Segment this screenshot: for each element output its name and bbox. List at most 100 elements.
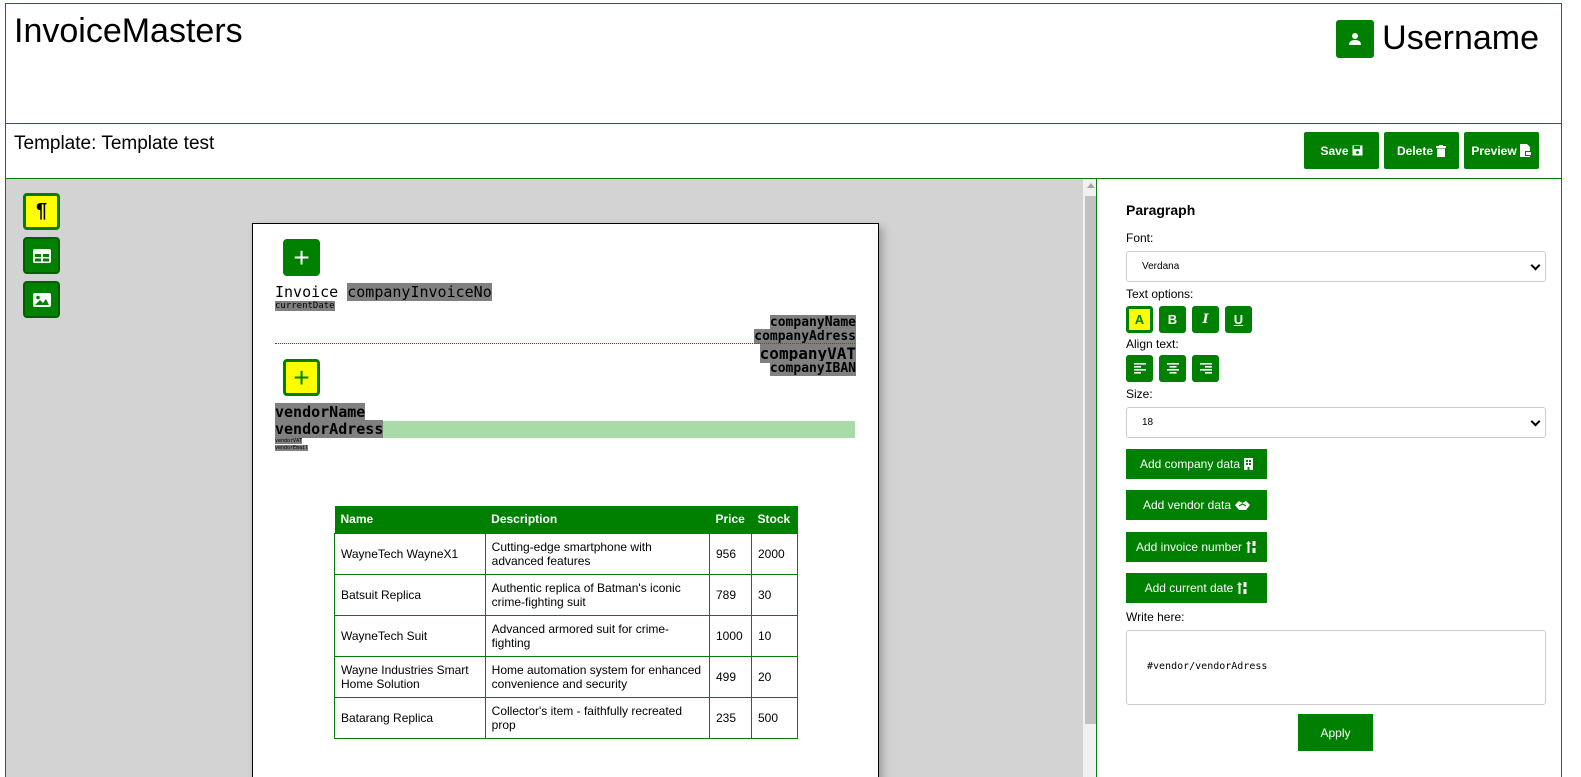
chevron-down-icon: [1530, 260, 1541, 271]
invoice-number-line[interactable]: Invoice companyInvoiceNo: [275, 283, 492, 301]
table-header-row: Name Description Price Stock: [334, 506, 798, 533]
table-cell: Home automation system for enhanced conv…: [484, 655, 711, 698]
app-header: InvoiceMasters Username: [5, 3, 1562, 124]
template-name: Template test: [101, 133, 215, 154]
company-block[interactable]: companyName companyAdress companyVAT com…: [754, 315, 856, 377]
text-normal-icon: A: [1134, 312, 1145, 327]
company-iban-placeholder: companyIBAN: [769, 361, 856, 377]
text-options-label: Text options:: [1126, 287, 1194, 301]
size-select[interactable]: 18: [1126, 407, 1546, 438]
table-cell: 1000: [709, 614, 752, 657]
align-left-button[interactable]: [1126, 355, 1153, 382]
editor-canvas[interactable]: ¶ + Invoice companyInvoiceNo currentDate…: [5, 178, 1097, 777]
table-cell: 235: [709, 696, 752, 739]
sort-numeric-icon: [1246, 541, 1256, 553]
table-header: Description: [485, 506, 710, 533]
add-current-date-label: Add current date: [1144, 581, 1234, 595]
plus-icon: +: [293, 361, 310, 393]
add-invoice-number-button[interactable]: Add invoice number: [1126, 532, 1267, 562]
text-normal-button[interactable]: A: [1126, 306, 1153, 333]
invoice-number-placeholder: companyInvoiceNo: [347, 283, 492, 301]
add-element-button-active[interactable]: +: [283, 359, 320, 396]
table-cell: 499: [709, 655, 752, 698]
image-tool-button[interactable]: [23, 281, 60, 318]
company-name-placeholder: companyName: [769, 315, 856, 330]
font-select[interactable]: Verdana: [1126, 251, 1546, 282]
invoice-page[interactable]: + Invoice companyInvoiceNo currentDate c…: [252, 223, 879, 777]
trash-icon: [1436, 144, 1447, 157]
vendor-email-placeholder: vendorEmail: [275, 445, 309, 451]
table-icon: [32, 248, 51, 263]
vendor-vat-placeholder: vendorVAT: [275, 438, 303, 444]
align-label: Align text:: [1126, 337, 1179, 351]
align-center-button[interactable]: [1159, 355, 1186, 382]
italic-button[interactable]: I: [1192, 306, 1219, 333]
paragraph-icon: ¶: [35, 200, 48, 222]
panel-title: Paragraph: [1126, 202, 1196, 218]
product-table[interactable]: Name Description Price Stock WayneTech W…: [334, 506, 799, 739]
template-title: Template: Template test: [14, 133, 214, 155]
apply-button[interactable]: Apply: [1298, 714, 1373, 751]
table-cell: Wayne Industries Smart Home Solution: [334, 655, 486, 698]
user-menu[interactable]: Username: [1336, 19, 1539, 58]
scroll-up-arrow-icon[interactable]: [1087, 183, 1095, 188]
align-group: [1126, 355, 1219, 382]
table-row: Batsuit Replica Authentic replica of Bat…: [334, 573, 799, 616]
write-textarea[interactable]: #vendor/vendorAdress: [1126, 630, 1546, 705]
align-center-icon: [1166, 363, 1179, 374]
save-label: Save: [1320, 143, 1349, 158]
add-invoice-number-label: Add invoice number: [1135, 540, 1243, 554]
add-company-data-button[interactable]: Add company data: [1126, 449, 1267, 479]
floppy-icon: [1352, 145, 1363, 156]
text-options-group: A B I U: [1126, 306, 1252, 333]
align-right-button[interactable]: [1192, 355, 1219, 382]
vendor-block[interactable]: vendorName vendorAdress vendorVAT vendor…: [275, 403, 855, 452]
handshake-icon: [1235, 500, 1251, 510]
sort-numeric-icon: [1237, 582, 1247, 594]
current-date-line[interactable]: currentDate: [275, 301, 335, 311]
underline-icon: U: [1233, 312, 1244, 327]
table-header: Price: [709, 506, 752, 533]
underline-button[interactable]: U: [1225, 306, 1252, 333]
add-vendor-data-button[interactable]: Add vendor data: [1126, 490, 1267, 520]
template-actions: Save Delete Preview: [1304, 132, 1539, 169]
save-button[interactable]: Save: [1304, 132, 1379, 169]
table-cell: Batarang Replica: [334, 696, 486, 739]
table-cell: Cutting-edge smartphone with advanced fe…: [484, 532, 711, 575]
size-select-value: 18: [1142, 417, 1154, 428]
table-cell: 956: [709, 532, 752, 575]
divider: [275, 343, 855, 344]
username[interactable]: Username: [1382, 19, 1539, 58]
table-row: Batarang Replica Collector's item - fait…: [334, 696, 799, 739]
vendor-email-line[interactable]: vendorEmail: [275, 445, 855, 452]
add-element-button[interactable]: +: [283, 239, 320, 276]
table-header: Stock: [751, 506, 798, 533]
add-current-date-button[interactable]: Add current date: [1126, 573, 1267, 603]
add-vendor-data-label: Add vendor data: [1142, 498, 1232, 512]
vertical-scrollbar[interactable]: [1083, 179, 1097, 777]
bold-icon: B: [1167, 312, 1178, 327]
vendor-name-line[interactable]: vendorName: [275, 403, 855, 421]
template-bar: Template: Template test Save Delete Prev…: [5, 123, 1562, 179]
delete-button[interactable]: Delete: [1384, 132, 1459, 169]
preview-label: Preview: [1471, 143, 1517, 158]
invoice-label: Invoice: [275, 283, 339, 301]
vendor-vat-line[interactable]: vendorVAT: [275, 438, 855, 445]
table-cell: WayneTech WayneX1: [334, 532, 486, 575]
preview-button[interactable]: Preview: [1464, 132, 1539, 169]
template-prefix: Template:: [14, 133, 102, 154]
align-left-icon: [1133, 363, 1146, 374]
bold-button[interactable]: B: [1159, 306, 1186, 333]
pdf-file-icon: [1519, 144, 1532, 157]
table-cell: WayneTech Suit: [334, 614, 486, 657]
user-icon[interactable]: [1336, 19, 1375, 58]
font-label: Font:: [1126, 231, 1154, 245]
paragraph-tool-button[interactable]: ¶: [23, 193, 60, 230]
vendor-address-line[interactable]: vendorAdress: [275, 420, 855, 438]
table-row: WayneTech WayneX1 Cutting-edge smartphon…: [334, 532, 799, 575]
table-cell: Batsuit Replica: [334, 573, 486, 616]
table-tool-button[interactable]: [23, 237, 60, 274]
table-cell: 500: [750, 696, 799, 739]
italic-icon: I: [1202, 312, 1209, 327]
app-title: InvoiceMasters: [14, 12, 243, 50]
